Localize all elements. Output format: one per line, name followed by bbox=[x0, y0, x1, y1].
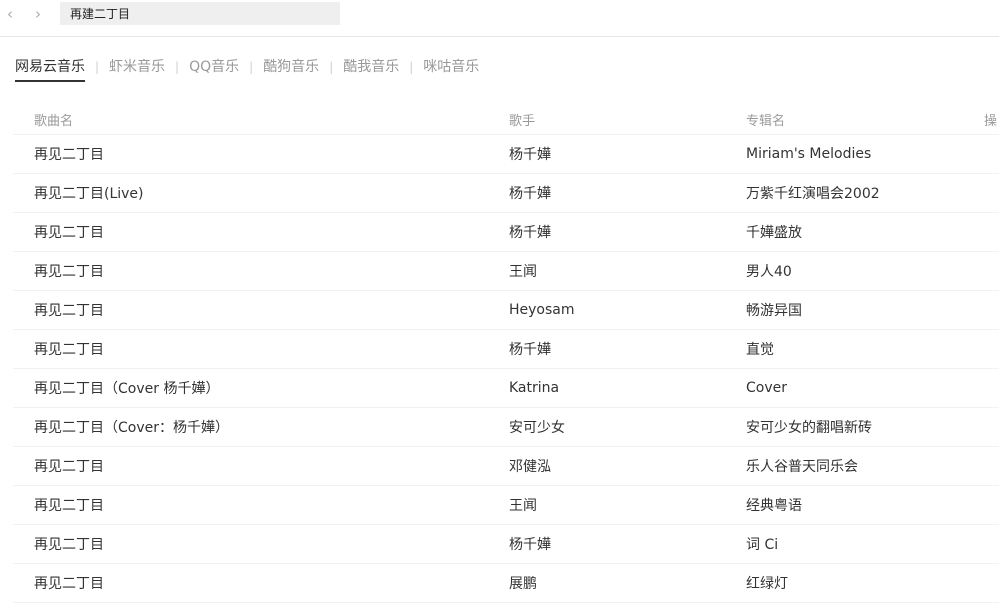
tab-source-3[interactable]: 酷狗音乐 bbox=[263, 58, 319, 76]
tab-separator: | bbox=[95, 60, 100, 74]
table-header: 歌曲名 歌手 专辑名 操 bbox=[13, 104, 999, 135]
artist-cell: 王闻 bbox=[509, 264, 537, 280]
artist-cell: 邓健泓 bbox=[509, 459, 551, 475]
album-cell: 千嬅盛放 bbox=[746, 225, 802, 241]
tab-source-4[interactable]: 酷我音乐 bbox=[343, 58, 399, 76]
column-header-artist[interactable]: 歌手 bbox=[509, 104, 535, 134]
song-title-cell: 再见二丁目 bbox=[34, 225, 104, 241]
results-table: 歌曲名 歌手 专辑名 操 再见二丁目 杨千嬅 Miriam's Melodies 再见… bbox=[13, 104, 999, 603]
album-cell: 乐人谷普天同乐会 bbox=[746, 459, 858, 475]
song-title-cell: 再见二丁目 bbox=[34, 498, 104, 514]
song-title-cell: 再见二丁目 bbox=[34, 147, 104, 163]
table-row[interactable]: 再见二丁目（Cover 杨千嬅） Katrina Cover bbox=[13, 369, 999, 408]
table-row[interactable]: 再见二丁目 杨千嬅 Miriam's Melodies bbox=[13, 135, 999, 174]
table-row[interactable]: 再见二丁目(Live) 杨千嬅 万紫千红演唱会2002 bbox=[13, 174, 999, 213]
column-header-operation[interactable]: 操 bbox=[984, 104, 997, 134]
song-title-cell: 再见二丁目 bbox=[34, 342, 104, 358]
album-cell: 男人40 bbox=[746, 264, 792, 280]
artist-cell: 王闻 bbox=[509, 498, 537, 514]
tab-separator: | bbox=[175, 60, 180, 74]
music-source-tabs: 网易云音乐 | 虾米音乐 | QQ音乐 | 酷狗音乐 | 酷我音乐 | 咪咕音乐 bbox=[15, 58, 479, 82]
artist-cell: 杨千嬅 bbox=[509, 537, 551, 553]
tab-separator: | bbox=[409, 60, 414, 74]
tab-source-5[interactable]: 咪咕音乐 bbox=[423, 58, 479, 76]
table-row[interactable]: 再见二丁目 王闻 经典粤语 bbox=[13, 486, 999, 525]
artist-cell: 安可少女 bbox=[509, 420, 565, 436]
artist-cell: 杨千嬅 bbox=[509, 342, 551, 358]
artist-cell: Katrina bbox=[509, 380, 560, 396]
song-title-cell: 再见二丁目 bbox=[34, 303, 104, 319]
table-row[interactable]: 再见二丁目 杨千嬅 千嬅盛放 bbox=[13, 213, 999, 252]
album-cell: 红绿灯 bbox=[746, 576, 788, 592]
column-header-album[interactable]: 专辑名 bbox=[746, 104, 785, 134]
table-body: 再见二丁目 杨千嬅 Miriam's Melodies 再见二丁目(Live) 杨千嬅万… bbox=[13, 135, 999, 603]
table-row[interactable]: 再见二丁目 Heyosam 畅游异国 bbox=[13, 291, 999, 330]
tab-source-1[interactable]: 虾米音乐 bbox=[109, 58, 165, 76]
album-cell: 直觉 bbox=[746, 342, 774, 358]
artist-cell: 杨千嬅 bbox=[509, 225, 551, 241]
artist-cell: Heyosam bbox=[509, 302, 575, 318]
artist-cell: 杨千嬅 bbox=[509, 186, 551, 202]
table-row[interactable]: 再见二丁目 杨千嬅 直觉 bbox=[13, 330, 999, 369]
artist-cell: 展鹏 bbox=[509, 576, 537, 592]
song-title-cell: 再见二丁目（Cover 杨千嬅） bbox=[34, 381, 220, 397]
song-title-cell: 再见二丁目 bbox=[34, 537, 104, 553]
album-cell: 词 Ci bbox=[746, 537, 779, 553]
album-cell: Miriam's Melodies bbox=[746, 146, 872, 162]
song-title-cell: 再见二丁目 bbox=[34, 264, 104, 280]
song-title-cell: 再见二丁目 bbox=[34, 459, 104, 475]
album-cell: 畅游异国 bbox=[746, 303, 802, 319]
tab-separator: | bbox=[249, 60, 254, 74]
album-cell: 万紫千红演唱会2002 bbox=[746, 186, 880, 202]
table-row[interactable]: 再见二丁目（Cover：杨千嬅） 安可少女 安可少女的翻唱新砖 bbox=[13, 408, 999, 447]
back-arrow-icon[interactable]: ‹ bbox=[2, 5, 18, 23]
song-title-cell: 再见二丁目（Cover：杨千嬅） bbox=[34, 420, 229, 436]
table-row[interactable]: 再见二丁目 杨千嬅 词 Ci bbox=[13, 525, 999, 564]
top-bar: ‹ › bbox=[0, 0, 999, 37]
search-input[interactable] bbox=[60, 2, 340, 25]
tab-source-2[interactable]: QQ音乐 bbox=[189, 58, 239, 76]
album-cell: 经典粤语 bbox=[746, 498, 802, 514]
table-row[interactable]: 再见二丁目 王闻 男人40 bbox=[13, 252, 999, 291]
tab-separator: | bbox=[329, 60, 334, 74]
table-row[interactable]: 再见二丁目 邓健泓 乐人谷普天同乐会 bbox=[13, 447, 999, 486]
album-cell: Cover bbox=[746, 380, 787, 396]
song-title-cell: 再见二丁目(Live) bbox=[34, 186, 144, 202]
table-row[interactable]: 再见二丁目 展鹏 红绿灯 bbox=[13, 564, 999, 603]
artist-cell: 杨千嬅 bbox=[509, 147, 551, 163]
song-title-cell: 再见二丁目 bbox=[34, 576, 104, 592]
tab-source-0[interactable]: 网易云音乐 bbox=[15, 58, 85, 82]
forward-arrow-icon[interactable]: › bbox=[30, 5, 46, 23]
album-cell: 安可少女的翻唱新砖 bbox=[746, 420, 872, 436]
column-header-title[interactable]: 歌曲名 bbox=[34, 104, 73, 134]
